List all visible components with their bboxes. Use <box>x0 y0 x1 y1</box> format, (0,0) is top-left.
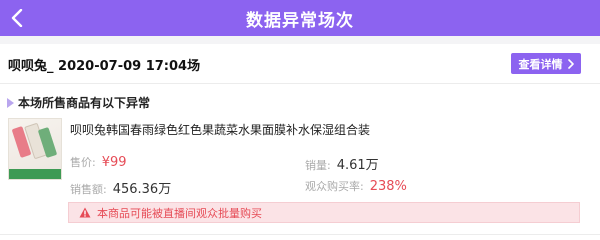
stat-value: ¥99 <box>101 155 127 170</box>
product-thumbnail[interactable] <box>8 118 62 180</box>
product-name[interactable]: 呗呗兔韩国春雨绿色红色果蔬菜水果面膜补水保湿组合装 <box>70 121 370 138</box>
stat-revenue: 销售额: 456.36万 <box>70 178 171 197</box>
section-label: 本场所售商品有以下异常 <box>18 96 151 110</box>
warning-triangle-icon <box>79 207 91 218</box>
divider <box>0 234 600 235</box>
stat-price: 售价: ¥99 <box>70 154 127 170</box>
product-image-band <box>9 169 61 179</box>
stat-purchase-rate: 观众购买率: 238% <box>305 178 407 194</box>
stat-key: 销售额: <box>70 183 107 196</box>
stat-sales: 销量: 4.61万 <box>305 154 379 173</box>
session-card: 呗呗兔_ 2020-07-09 17:04场 查看详情 本场所售商品有以下异常 … <box>0 44 600 240</box>
stat-key: 观众购买率: <box>305 180 364 193</box>
page-title: 数据异常场次 <box>246 10 354 31</box>
stat-key: 销量: <box>305 159 331 172</box>
chevron-right-icon <box>567 58 574 69</box>
chevron-left-icon <box>11 9 23 27</box>
view-detail-label: 查看详情 <box>518 57 563 71</box>
session-row: 呗呗兔_ 2020-07-09 17:04场 查看详情 <box>0 44 600 84</box>
warning-text: 本商品可能被直播间观众批量购买 <box>97 206 262 220</box>
triangle-marker-icon <box>7 97 14 108</box>
stat-key: 售价: <box>70 156 96 169</box>
stat-value: 4.61万 <box>336 158 379 173</box>
stat-value: 238% <box>369 179 407 194</box>
warning-banner: 本商品可能被直播间观众批量购买 <box>68 202 580 223</box>
app-header: 数据异常场次 <box>0 0 600 36</box>
session-title: 呗呗兔_ 2020-07-09 17:04场 <box>8 59 201 74</box>
anomaly-section-header: 本场所售商品有以下异常 <box>7 94 150 111</box>
stat-value: 456.36万 <box>112 182 172 197</box>
view-detail-button[interactable]: 查看详情 <box>511 53 581 74</box>
back-button[interactable] <box>6 7 28 29</box>
